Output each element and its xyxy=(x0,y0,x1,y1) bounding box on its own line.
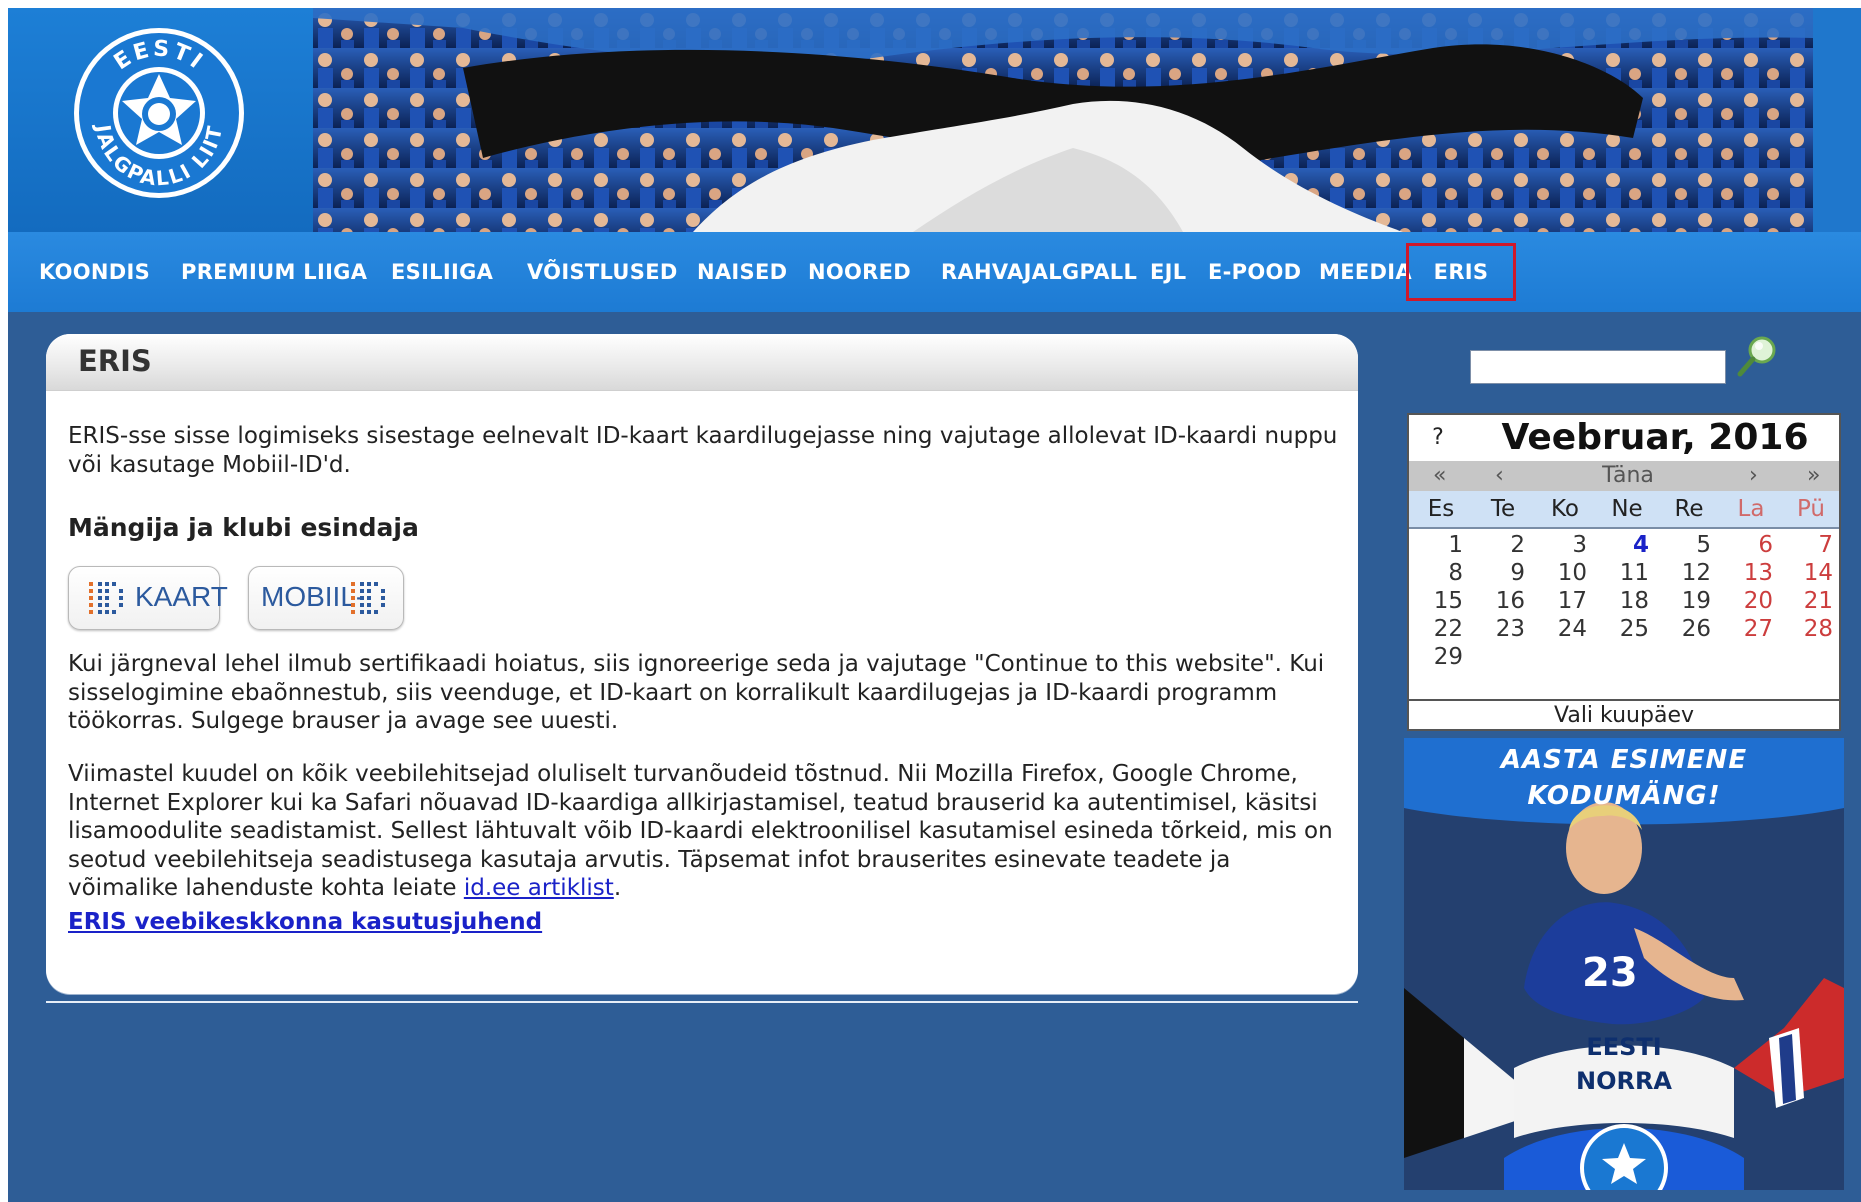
mobile-id-login-button[interactable]: MOBIIL- xyxy=(248,566,404,630)
calendar-day-cell[interactable]: 28 xyxy=(1777,613,1833,645)
id-card-login-button[interactable]: KAART xyxy=(68,566,228,630)
certificate-warning-text: Kui järgneval lehel ilmub sertifikaadi h… xyxy=(68,651,1325,735)
calendar-weekday-header: Es Te Ko Ne Re La Pü xyxy=(1409,491,1839,529)
calendar-day-cell[interactable]: 23 xyxy=(1469,613,1525,645)
calendar-footer: Vali kuupäev xyxy=(1409,699,1839,731)
nav-item-naised[interactable]: NAISED xyxy=(697,246,787,298)
calendar-day-cell[interactable]: 25 xyxy=(1593,613,1649,645)
eris-user-guide-link[interactable]: ERIS veebikeskkonna kasutusjuhend xyxy=(68,908,542,937)
page-title: ERIS xyxy=(78,344,152,378)
logo-panel: EESTI JALGPALLI LIIT xyxy=(8,8,313,232)
calendar-weekday-label: Es xyxy=(1427,496,1455,522)
calendar-help-button[interactable]: ? xyxy=(1409,415,1467,461)
calendar-weekday-label: Te xyxy=(1490,496,1516,522)
site-header: EESTI JALGPALLI LIIT xyxy=(8,8,1861,232)
panel-underline xyxy=(46,1001,1358,1003)
eris-login-panel: ERIS ERIS-sse sisse logimiseks sisestage… xyxy=(46,334,1358,994)
calendar-next-month-button[interactable]: › xyxy=(1749,461,1758,491)
browser-note-body: Viimastel kuudel on kõik veebilehitsejad… xyxy=(68,761,1333,902)
ad-headline-line-2: KODUMÄNG! xyxy=(1527,781,1721,811)
nav-item-noored[interactable]: NOORED xyxy=(808,246,911,298)
page: EESTI JALGPALLI LIIT KOONDIS PREMIUM LII… xyxy=(8,8,1861,1202)
id-card-button-label: KAART xyxy=(135,581,228,612)
calendar-weekday-label: Re xyxy=(1674,496,1704,522)
header-banner-photo xyxy=(313,8,1813,232)
calendar-weekday-label: Pü xyxy=(1796,496,1826,522)
nav-item-ejl[interactable]: EJL xyxy=(1150,246,1186,298)
calendar-weekday-label: Ne xyxy=(1611,496,1643,522)
mobile-id-button-label: MOBIIL- xyxy=(261,581,366,612)
panel-header: ERIS xyxy=(46,334,1358,391)
calendar-month-title: Veebruar, 2016 xyxy=(1501,417,1809,458)
ejl-logo[interactable]: EESTI JALGPALLI LIIT xyxy=(72,26,246,200)
match-ad-banner[interactable]: 23 AASTA ESIMENE KODUMÄNG! EESTI NORRA xyxy=(1404,738,1844,1190)
id-logo-icon xyxy=(351,582,385,614)
calendar-weekday-label: Ko xyxy=(1550,496,1579,522)
header-right-strip xyxy=(1813,8,1861,232)
nav-item-premium-liiga[interactable]: PREMIUM LIIGA xyxy=(181,246,367,298)
main-nav: KOONDIS PREMIUM LIIGA ESILIIGA VÕISTLUSE… xyxy=(8,232,1861,312)
calendar-weekday-label: La xyxy=(1737,496,1765,522)
calendar-prev-month-button[interactable]: ‹ xyxy=(1495,461,1504,491)
calendar-next-year-button[interactable]: » xyxy=(1807,461,1820,491)
nav-item-voistlused[interactable]: VÕISTLUSED xyxy=(527,246,678,298)
ad-headline-line-1: AASTA ESIMENE xyxy=(1500,745,1748,775)
date-picker-calendar: ? Veebruar, 2016 « ‹ Täna › » Es Te Ko Ne Re… xyxy=(1407,413,1841,731)
calendar-day-cell[interactable]: 26 xyxy=(1655,613,1711,645)
ad-team-away: NORRA xyxy=(1575,1067,1673,1095)
ad-headline: AASTA ESIMENE KODUMÄNG! xyxy=(1404,742,1844,814)
nav-item-e-pood[interactable]: E-POOD xyxy=(1208,246,1301,298)
nav-item-koondis[interactable]: KOONDIS xyxy=(39,246,150,298)
player-shirt-number: 23 xyxy=(1582,950,1638,996)
ad-team-home: EESTI xyxy=(1586,1033,1662,1061)
id-ee-article-link[interactable]: id.ee artiklist xyxy=(464,875,614,901)
search-icon[interactable] xyxy=(1736,334,1778,378)
id-logo-icon xyxy=(89,582,123,614)
browser-note-text: Viimastel kuudel on kõik veebilehitsejad… xyxy=(68,760,1338,903)
calendar-prev-year-button[interactable]: « xyxy=(1433,461,1446,491)
calendar-day-cell[interactable]: 27 xyxy=(1717,613,1773,645)
intro-text: ERIS-sse sisse logimiseks sisestage eeln… xyxy=(68,423,1338,478)
calendar-day-cell[interactable]: 24 xyxy=(1531,613,1587,645)
search-input[interactable] xyxy=(1470,350,1726,384)
ad-teams: EESTI NORRA xyxy=(1524,1030,1724,1098)
calendar-nav-row: « ‹ Täna › » xyxy=(1409,461,1839,491)
browser-note-end: . xyxy=(613,875,622,902)
nav-item-eris[interactable]: ERIS xyxy=(1406,243,1516,301)
nav-item-rahvajalgpall[interactable]: RAHVAJALGPALL xyxy=(941,246,1137,298)
nav-item-meedia[interactable]: MEEDIA xyxy=(1319,246,1412,298)
section-heading: Mängija ja klubi esindaja xyxy=(68,513,419,542)
calendar-today-button[interactable]: Täna xyxy=(1595,461,1661,491)
calendar-day-cell[interactable]: 29 xyxy=(1407,641,1463,673)
nav-item-esiliiga[interactable]: ESILIIGA xyxy=(391,246,493,298)
